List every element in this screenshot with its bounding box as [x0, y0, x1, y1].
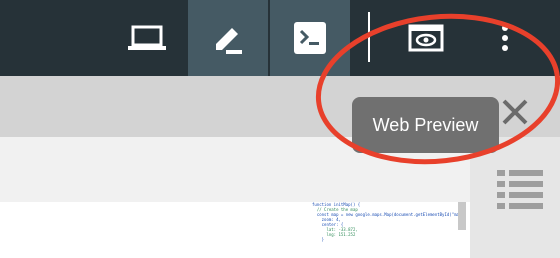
terminal-button[interactable] [270, 0, 350, 76]
web-preview-tooltip: Web Preview [352, 97, 499, 153]
web-preview-button[interactable] [395, 0, 457, 76]
web-preview-icon [408, 24, 444, 52]
minimap-line: } [312, 237, 325, 242]
toolbar-separator [368, 12, 370, 62]
top-toolbar [0, 0, 560, 76]
editor-minimap[interactable]: function initMap() { // Create the map c… [312, 202, 458, 258]
laptop-button[interactable] [112, 0, 182, 76]
pencil-icon [216, 28, 242, 54]
close-icon[interactable] [499, 97, 531, 127]
laptop-icon [128, 25, 166, 50]
editor-scrollbar[interactable] [458, 202, 466, 230]
list-icon[interactable] [497, 170, 543, 210]
more-vert-icon [502, 25, 508, 51]
terminal-icon [294, 22, 326, 54]
more-options-button[interactable] [490, 0, 520, 76]
edit-button[interactable] [188, 0, 268, 76]
